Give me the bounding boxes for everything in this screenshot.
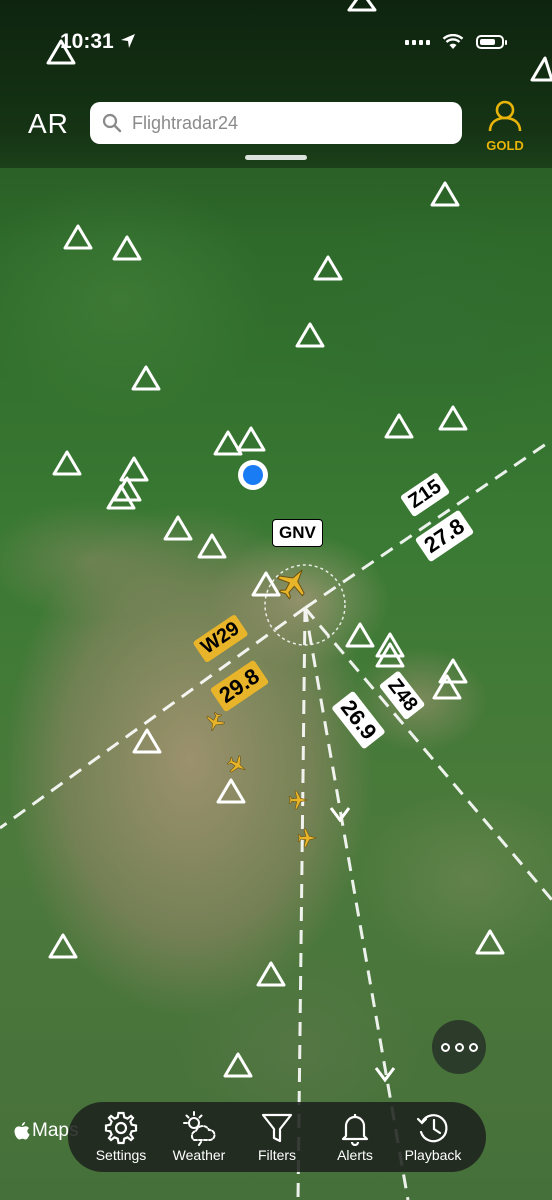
airport-label[interactable]: GNV — [272, 519, 323, 547]
tab-playback-label: Playback — [404, 1147, 462, 1163]
aircraft-icon — [206, 711, 225, 732]
navaid-marker — [48, 933, 78, 959]
dot-icon — [454, 1042, 464, 1052]
filter-icon — [261, 1113, 293, 1143]
tab-weather-label: Weather — [172, 1147, 226, 1163]
aircraft-icon — [226, 755, 246, 773]
tab-playback[interactable]: Playback — [398, 1111, 468, 1163]
approach-lines — [0, 438, 552, 1200]
aircraft-icon — [288, 790, 308, 810]
navaid-marker — [251, 571, 281, 597]
navaid-marker — [384, 413, 414, 439]
navaid-marker — [52, 450, 82, 476]
dot-icon — [468, 1042, 478, 1052]
navaid-marker — [119, 456, 149, 482]
navaid-marker — [530, 56, 552, 82]
navaid-marker — [430, 181, 460, 207]
map-overlay — [0, 0, 552, 1200]
clock-text: 10:31 — [60, 30, 114, 53]
gold-label: GOLD — [486, 138, 524, 153]
status-bar-time: 10:31 — [60, 30, 136, 54]
navaid-marker — [475, 929, 505, 955]
user-icon — [488, 100, 522, 132]
navaid-marker — [256, 961, 286, 987]
tab-settings[interactable]: Settings — [86, 1111, 156, 1163]
location-arrow-icon — [120, 34, 135, 48]
navaid-marker — [295, 322, 325, 348]
approach-line-southeast — [303, 607, 552, 901]
gear-icon — [104, 1111, 138, 1145]
navaid-marker — [197, 533, 227, 559]
navaid-marker — [63, 224, 93, 250]
navaid-marker — [236, 426, 266, 452]
navaid-marker — [216, 778, 246, 804]
search-bar[interactable] — [90, 102, 462, 144]
search-input[interactable] — [130, 111, 434, 135]
navaid-marker — [223, 1052, 253, 1078]
dot-icon — [440, 1042, 450, 1052]
playback-icon — [416, 1114, 448, 1143]
user-location-marker — [238, 460, 268, 490]
tab-weather[interactable]: Weather — [164, 1111, 234, 1163]
aircraft-icon — [277, 569, 305, 600]
bottom-toolbar: Settings Weather Filters Alerts Playback — [68, 1102, 486, 1172]
approach-line-northeast — [304, 438, 552, 610]
tab-alerts-label: Alerts — [337, 1147, 373, 1163]
navaid-marker — [112, 235, 142, 261]
navaid-marker — [345, 622, 375, 648]
battery-icon — [476, 35, 507, 49]
map-view[interactable]: GNV Z15 27.8 W29 29.8 Z48 26.9 — [0, 0, 552, 1200]
battery-level — [480, 39, 495, 45]
tab-settings-label: Settings — [95, 1147, 147, 1163]
tab-alerts[interactable]: Alerts — [320, 1111, 390, 1163]
navaid-marker — [163, 515, 193, 541]
navaid-marker — [132, 728, 162, 754]
navaid-marker — [438, 405, 468, 431]
wifi-icon — [442, 34, 464, 49]
status-bar-indicators — [405, 34, 507, 50]
gold-account-button[interactable]: GOLD — [482, 100, 528, 153]
weather-icon — [183, 1111, 216, 1146]
bell-icon — [341, 1114, 369, 1146]
navaid-marker — [131, 365, 161, 391]
tab-filters-label: Filters — [257, 1147, 297, 1163]
drag-handle[interactable] — [245, 155, 307, 160]
navaid-marker — [347, 0, 377, 12]
apple-logo-icon — [14, 1121, 30, 1139]
cellular-signal-icon — [405, 39, 430, 45]
approach-line-southwest — [0, 606, 306, 830]
navaid-marker — [313, 255, 343, 281]
navaid-marker — [432, 674, 462, 700]
ar-button[interactable]: AR — [28, 108, 69, 140]
tab-filters[interactable]: Filters — [242, 1111, 312, 1163]
more-options-button[interactable] — [432, 1020, 486, 1074]
search-icon — [102, 113, 122, 133]
